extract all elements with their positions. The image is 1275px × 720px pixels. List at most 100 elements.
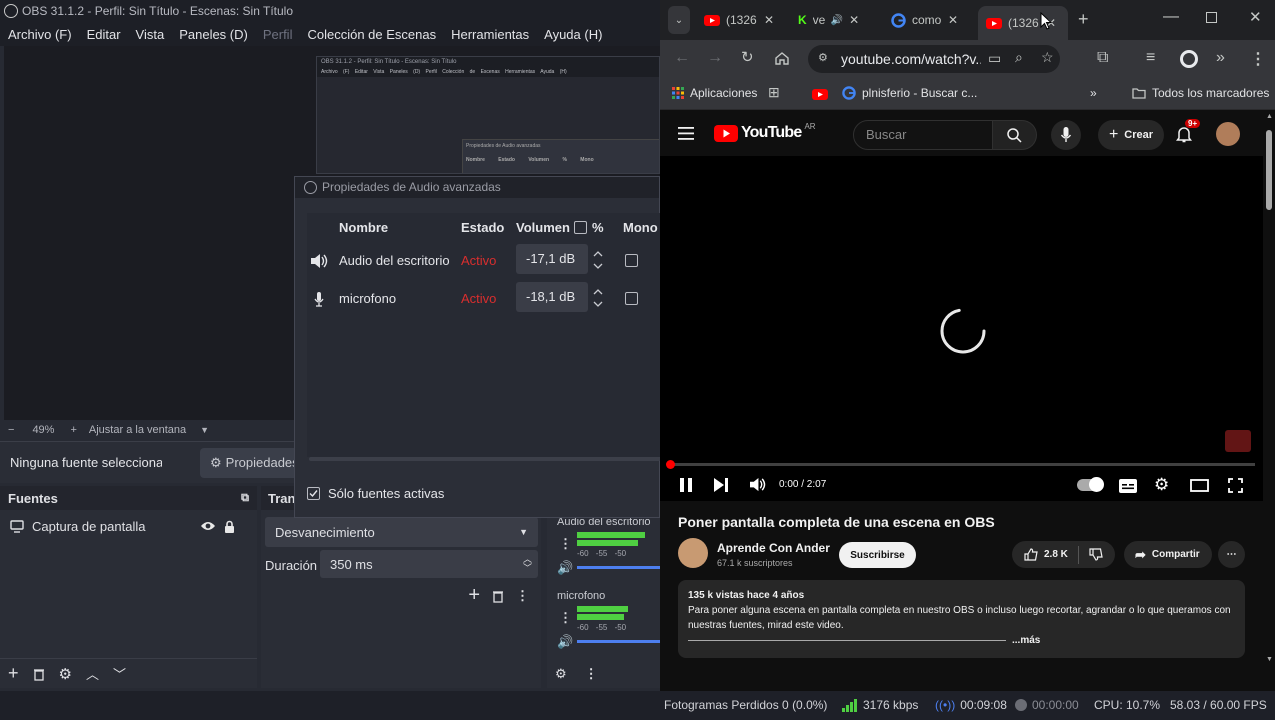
menu-herramientas[interactable]: Herramientas: [451, 27, 529, 42]
properties-button[interactable]: ⚙ Propiedades: [200, 447, 300, 478]
share-button[interactable]: ➦ Compartir: [1124, 541, 1212, 568]
volume-input[interactable]: -18,1 dB: [516, 282, 588, 312]
tab-youtube-1[interactable]: (1326 ✕: [704, 6, 786, 34]
reload-icon[interactable]: ↻: [741, 48, 754, 66]
progress-handle[interactable]: [666, 460, 675, 469]
channel-name[interactable]: Aprende Con Ander: [717, 541, 830, 555]
youtube-bookmark-icon[interactable]: [812, 89, 828, 100]
notifications-button[interactable]: 9+: [1176, 119, 1201, 143]
gear-icon[interactable]: ⚙: [59, 665, 72, 683]
active-only-option[interactable]: Sólo fuentes activas: [307, 486, 444, 501]
description-box[interactable]: 135 k vistas hace 4 años Para poner algu…: [678, 580, 1245, 658]
tab-groups-icon[interactable]: ⊞: [768, 84, 780, 101]
back-icon[interactable]: ←: [674, 49, 690, 67]
forward-icon[interactable]: →: [707, 49, 723, 67]
spin-arrows-icon[interactable]: ︿ ﹀: [523, 555, 532, 573]
add-source-icon[interactable]: +: [8, 663, 19, 684]
move-up-icon[interactable]: ︿: [86, 664, 99, 683]
mono-checkbox[interactable]: [625, 254, 638, 267]
zoom-out-button[interactable]: −: [8, 424, 14, 436]
captions-icon[interactable]: [1119, 479, 1137, 493]
bookmark-apps[interactable]: Aplicaciones: [672, 86, 757, 100]
horizontal-scrollbar[interactable]: [309, 457, 661, 461]
active-only-checkbox[interactable]: [307, 487, 320, 500]
like-button[interactable]: 2.8 K: [1024, 548, 1068, 561]
address-bar[interactable]: ⚙ youtube.com/watch?v... ▭ ⌕ ☆: [808, 45, 1060, 73]
volume-slider[interactable]: [577, 640, 660, 643]
settings-gear-icon[interactable]: ⚙: [1154, 475, 1169, 495]
more-vertical-icon[interactable]: ⋮: [516, 588, 529, 604]
channel-avatar[interactable]: [678, 538, 708, 568]
lock-icon[interactable]: [224, 520, 235, 533]
create-button[interactable]: + Crear: [1098, 120, 1164, 150]
duration-spinbox[interactable]: 350 ms ︿ ﹀: [320, 550, 538, 578]
install-icon[interactable]: ▭: [988, 50, 1001, 67]
more-vertical-icon[interactable]: ⋮: [585, 666, 598, 682]
show-more-link[interactable]: ...más: [1012, 633, 1040, 648]
fit-window-select[interactable]: Ajustar a la ventana: [89, 424, 186, 436]
new-tab-button[interactable]: +: [1078, 9, 1089, 30]
theater-mode-icon[interactable]: [1190, 479, 1209, 492]
tab-search-button[interactable]: ⌄: [668, 6, 690, 34]
youtube-logo[interactable]: YouTube AR: [714, 122, 816, 142]
speaker-icon[interactable]: 🔊: [557, 634, 573, 650]
tab-google[interactable]: como ✕: [891, 6, 969, 34]
more-vertical-icon[interactable]: ⋮: [1250, 49, 1266, 69]
volume-spin-arrows[interactable]: [590, 284, 606, 312]
extensions-icon[interactable]: ⧉: [1097, 49, 1108, 67]
bookmark-google-search[interactable]: plnisferio - Buscar c...: [842, 86, 977, 100]
percent-checkbox[interactable]: [574, 221, 587, 234]
next-icon[interactable]: [714, 478, 728, 492]
all-bookmarks-folder[interactable]: Todos los marcadores: [1132, 86, 1269, 100]
move-down-icon[interactable]: ﹀: [113, 664, 126, 683]
menu-paneles[interactable]: Paneles (D): [179, 27, 248, 42]
channel-watermark[interactable]: [1225, 430, 1251, 452]
menu-vista[interactable]: Vista: [136, 27, 165, 42]
profile-avatar[interactable]: [1180, 50, 1198, 68]
minimize-icon[interactable]: —: [1163, 8, 1179, 26]
maximize-icon[interactable]: [1206, 12, 1217, 23]
scroll-up-icon[interactable]: ▲: [1266, 113, 1273, 120]
chevron-down-icon[interactable]: ▼: [200, 425, 209, 435]
page-scrollbar[interactable]: ▲ ▼: [1263, 110, 1275, 670]
volume-input[interactable]: -17,1 dB: [516, 244, 588, 274]
close-icon[interactable]: ✕: [764, 13, 774, 27]
media-control-icon[interactable]: ≡: [1146, 49, 1155, 67]
trash-icon[interactable]: [492, 589, 504, 603]
chevron-right-icon[interactable]: »: [1216, 49, 1225, 67]
transition-type-select[interactable]: Desvanecimiento ▼: [265, 517, 538, 547]
speaker-icon[interactable]: 🔊: [557, 560, 573, 576]
scroll-down-icon[interactable]: ▼: [1266, 656, 1273, 663]
menu-editar[interactable]: Editar: [87, 27, 121, 42]
close-icon[interactable]: ✕: [948, 13, 958, 27]
thumbs-down-icon[interactable]: [1089, 548, 1103, 561]
tab-k[interactable]: K ve 🔊 ✕: [798, 6, 868, 34]
trash-icon[interactable]: [33, 667, 45, 681]
youtube-search-input[interactable]: Buscar: [853, 120, 993, 150]
scrollbar-thumb[interactable]: [1266, 130, 1272, 210]
home-icon[interactable]: [775, 52, 789, 65]
volume-slider[interactable]: [577, 566, 660, 569]
bookmark-star-icon[interactable]: ☆: [1041, 49, 1054, 66]
more-vertical-icon[interactable]: ⋮: [559, 536, 572, 552]
progress-bar[interactable]: [668, 463, 1255, 466]
site-info-icon[interactable]: ⚙: [818, 51, 828, 64]
zoom-icon[interactable]: ⌕: [1015, 49, 1023, 66]
pause-icon[interactable]: [680, 478, 692, 492]
tab-youtube-active[interactable]: (1326 ✕: [978, 6, 1068, 40]
autoplay-toggle[interactable]: [1077, 477, 1104, 492]
menu-perfil[interactable]: Perfil: [263, 27, 293, 42]
speaker-icon[interactable]: 🔊: [831, 15, 843, 26]
close-window-icon[interactable]: ✕: [1249, 8, 1262, 26]
mono-checkbox[interactable]: [625, 292, 638, 305]
volume-spin-arrows[interactable]: [590, 246, 606, 274]
menu-archivo[interactable]: Archivo (F): [8, 27, 72, 42]
fullscreen-icon[interactable]: [1228, 478, 1243, 493]
more-actions-button[interactable]: ⋯: [1218, 541, 1245, 568]
gear-icon[interactable]: ⚙: [555, 666, 567, 682]
eye-icon[interactable]: [200, 520, 216, 532]
volume-icon[interactable]: [749, 477, 766, 492]
menu-ayuda[interactable]: Ayuda (H): [544, 27, 602, 42]
chevron-right-icon[interactable]: »: [1090, 86, 1097, 100]
video-player[interactable]: 0:00 / 2:07 ⚙: [660, 156, 1263, 501]
